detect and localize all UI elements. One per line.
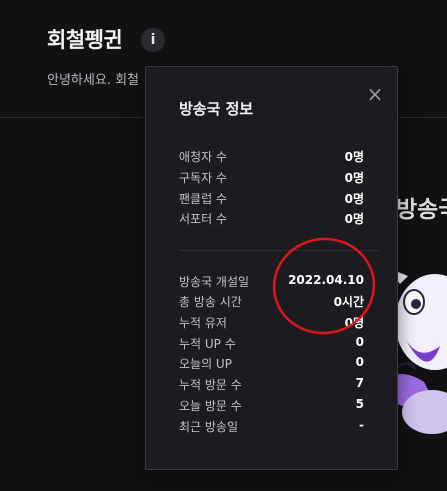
stat-row-today-visits: 오늘 방문 수 5 bbox=[179, 397, 364, 418]
stat-value: - bbox=[359, 418, 364, 432]
stat-row-subscribers: 구독자 수 0명 bbox=[179, 169, 364, 190]
stat-label: 누적 UP 수 bbox=[179, 337, 236, 351]
stat-value: 0명 bbox=[344, 171, 364, 185]
stat-value: 0명 bbox=[344, 150, 364, 164]
stat-label: 누적 방문 수 bbox=[179, 378, 242, 392]
stat-row-total-broadcast-time: 총 방송 시간 0시간 bbox=[179, 293, 364, 314]
stat-label: 구독자 수 bbox=[179, 171, 227, 185]
background-headline: 방송국 bbox=[396, 197, 447, 223]
stat-row-created-date: 방송국 개설일 2022.04.10 bbox=[179, 273, 364, 294]
page-title: 회철펭귄 bbox=[47, 28, 123, 52]
info-button[interactable]: i bbox=[141, 28, 165, 52]
close-icon[interactable]: × bbox=[364, 83, 386, 105]
stat-label: 최근 방송일 bbox=[179, 420, 239, 434]
stat-value: 2022.04.10 bbox=[288, 273, 364, 287]
stat-row-fans: 애청자 수 0명 bbox=[179, 148, 364, 169]
broadcast-info-popup: 방송국 정보 × 애청자 수 0명 구독자 수 0명 팬클럽 수 0명 서포터 … bbox=[145, 66, 398, 470]
stat-label: 총 방송 시간 bbox=[179, 295, 242, 309]
stat-value: 0명 bbox=[344, 192, 364, 206]
stat-label: 오늘 방문 수 bbox=[179, 399, 242, 413]
stat-label: 애청자 수 bbox=[179, 150, 227, 164]
stat-row-cumulative-users: 누적 유저 0명 bbox=[179, 314, 364, 335]
stat-row-cumulative-visits: 누적 방문 수 7 bbox=[179, 376, 364, 397]
greeting-text: 안녕하세요. 회철 bbox=[47, 73, 139, 88]
popup-divider bbox=[179, 250, 379, 251]
stat-value: 0 bbox=[355, 355, 364, 369]
popup-title: 방송국 정보 bbox=[179, 100, 254, 118]
stat-label: 방송국 개설일 bbox=[179, 275, 250, 289]
stat-label: 누적 유저 bbox=[179, 316, 227, 330]
stat-label: 팬클럽 수 bbox=[179, 192, 227, 206]
stat-value: 7 bbox=[355, 376, 364, 390]
stat-row-supporters: 서포터 수 0명 bbox=[179, 210, 364, 231]
stat-value: 0명 bbox=[344, 212, 364, 226]
stat-label: 오늘의 UP bbox=[179, 357, 232, 371]
stat-value: 0 bbox=[355, 335, 364, 349]
stat-row-cumulative-up: 누적 UP 수 0 bbox=[179, 335, 364, 356]
stat-row-fanclub: 팬클럽 수 0명 bbox=[179, 190, 364, 211]
stat-row-today-up: 오늘의 UP 0 bbox=[179, 355, 364, 376]
stat-value: 0시간 bbox=[333, 295, 364, 309]
stat-row-last-broadcast: 최근 방송일 - bbox=[179, 418, 364, 439]
stat-label: 서포터 수 bbox=[179, 212, 227, 226]
stat-value: 0명 bbox=[344, 316, 364, 330]
stat-value: 5 bbox=[355, 397, 364, 411]
